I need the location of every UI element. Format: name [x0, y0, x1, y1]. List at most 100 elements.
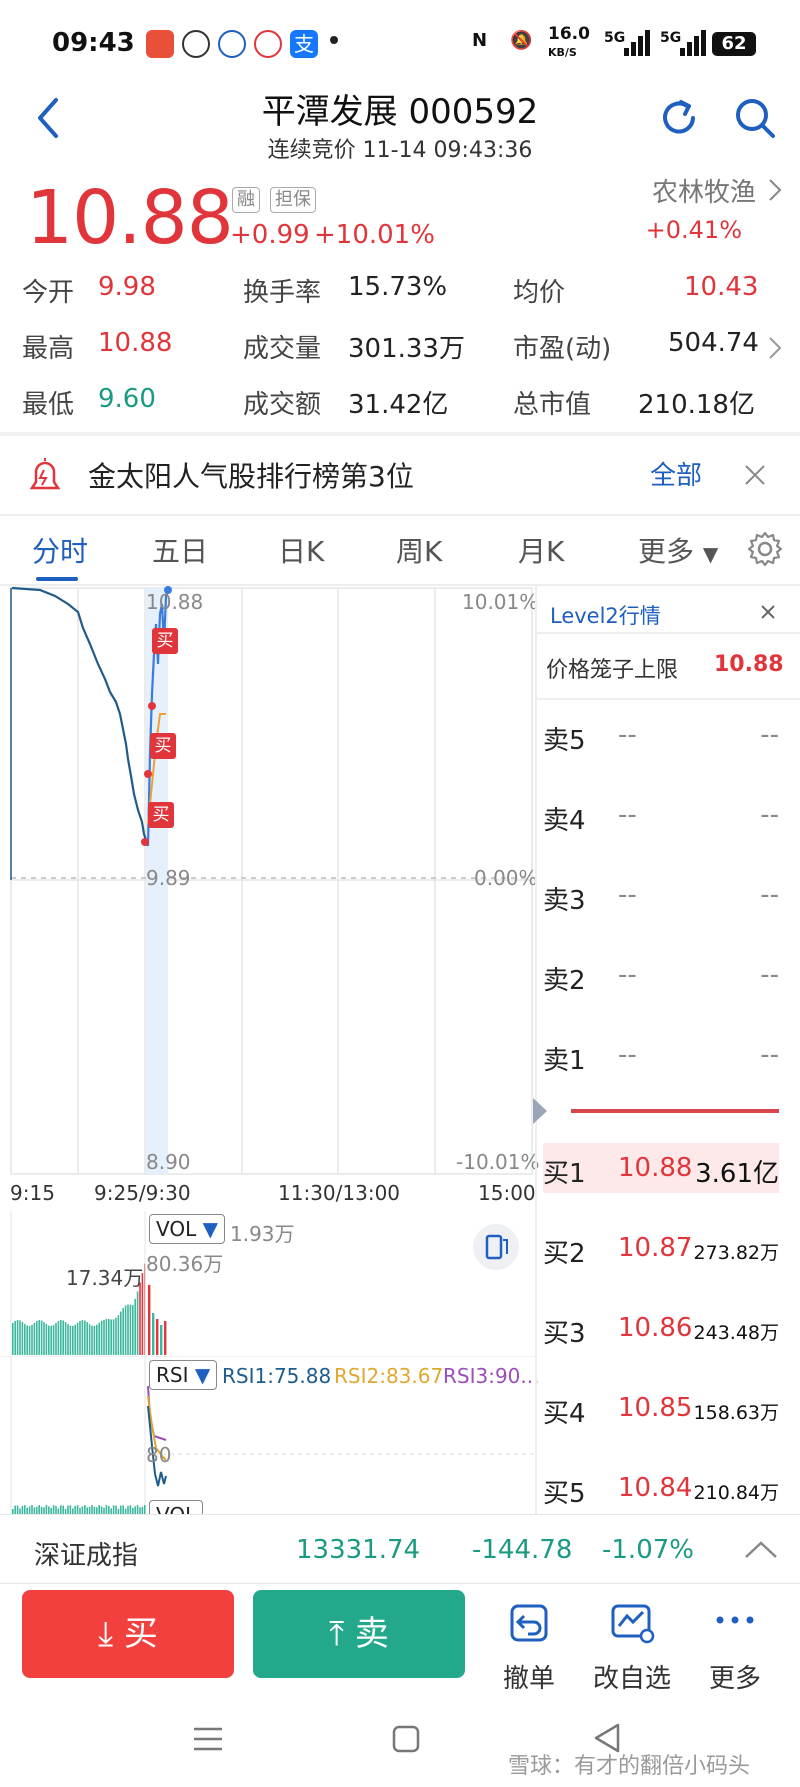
- cancel-order-label: 撤单: [502, 1664, 555, 1694]
- tab-5day[interactable]: 五日: [152, 530, 208, 570]
- volume-bar: [98, 1505, 100, 1514]
- buy-marker[interactable]: 买: [150, 733, 176, 759]
- ask-volume: --: [760, 1040, 779, 1070]
- volume-bar: [16, 1505, 19, 1514]
- volume-bar: [14, 1505, 16, 1514]
- volume-bar: [69, 1325, 72, 1355]
- tab-weekly-k[interactable]: 周K: [396, 530, 442, 570]
- trade-point: [144, 770, 152, 778]
- cancel-order-button[interactable]: 撤单: [484, 1600, 574, 1695]
- volume-bar: [129, 1304, 132, 1355]
- ask-price: --: [618, 1040, 637, 1070]
- settings-gear-icon[interactable]: [746, 530, 784, 568]
- close-icon[interactable]: [744, 464, 766, 486]
- ask-label: 卖5: [543, 726, 586, 756]
- volume-bar: [96, 1507, 98, 1514]
- sell-label: 卖: [354, 1614, 389, 1654]
- ask-row[interactable]: 卖3 -- --: [543, 880, 779, 940]
- buy-label: 买: [123, 1614, 158, 1654]
- volume-bar: [57, 1320, 60, 1355]
- volume-bar: [139, 1507, 141, 1514]
- ask-row[interactable]: 卖5 -- --: [543, 720, 779, 780]
- rsi-indicator-select[interactable]: RSI ▼: [149, 1360, 218, 1390]
- tab-more[interactable]: 更多 ▼: [638, 530, 718, 570]
- tab-intraday[interactable]: 分时: [32, 530, 88, 570]
- rotate-screen-button[interactable]: [473, 1224, 519, 1270]
- volume-bar: [120, 1505, 122, 1514]
- spread-marker-icon: [533, 1098, 547, 1124]
- more-actions-button[interactable]: 更多: [690, 1600, 780, 1695]
- bid-price: 10.85: [618, 1393, 693, 1423]
- more-actions-label: 更多: [708, 1664, 761, 1694]
- volume-bar: [21, 1505, 24, 1514]
- banner-text: 金太阳人气股排行榜第3位: [88, 460, 414, 493]
- sell-button[interactable]: ⤒ 卖: [253, 1590, 465, 1678]
- search-icon[interactable]: [733, 96, 777, 140]
- bid-row[interactable]: 买4 10.85 158.63万: [543, 1393, 779, 1453]
- volume-bar: [69, 1505, 72, 1514]
- status-time: 09:43: [52, 28, 135, 58]
- ask-row[interactable]: 卖4 -- --: [543, 800, 779, 860]
- vol2-indicator-select[interactable]: VOL: [149, 1500, 204, 1514]
- hot-rank-banner[interactable]: 金太阳人气股排行榜第3位 全部: [0, 436, 800, 514]
- ask-label: 卖1: [543, 1046, 586, 1076]
- ask-price: --: [618, 800, 637, 830]
- volume-label: 成交量: [243, 334, 322, 364]
- volume-bar: [36, 1321, 38, 1355]
- bid-row[interactable]: 买1 10.88 3.61亿: [543, 1153, 779, 1213]
- bid-label: 买4: [543, 1399, 586, 1429]
- buy-marker[interactable]: 买: [152, 628, 178, 654]
- signal-2-label: 5G: [660, 30, 682, 46]
- volume-bar: [100, 1506, 103, 1514]
- index-ticker-bar[interactable]: 深证成指 13331.74 -144.78 -1.07%: [0, 1514, 800, 1584]
- ask-price: --: [618, 720, 637, 750]
- dropdown-icon: ▼: [702, 542, 719, 566]
- ask-row[interactable]: 卖2 -- --: [543, 960, 779, 1020]
- volume-bar: [81, 1506, 84, 1514]
- menu-nav-icon[interactable]: [190, 1724, 226, 1754]
- bid-row[interactable]: 买2 10.87 273.82万: [543, 1233, 779, 1293]
- rsi-level-label: 80: [146, 1443, 172, 1467]
- signal-1-label: 5G: [604, 30, 626, 46]
- banner-all-link[interactable]: 全部: [650, 455, 702, 492]
- sector-link[interactable]: 农林牧渔 +0.41%: [630, 170, 790, 250]
- volume-bar: [74, 1324, 76, 1355]
- vol-indicator-select[interactable]: VOL ▼: [149, 1214, 225, 1244]
- refresh-icon[interactable]: [657, 96, 701, 140]
- rotate-icon: [485, 1234, 508, 1260]
- ask-row[interactable]: 卖1 -- --: [543, 1040, 779, 1100]
- bid-row[interactable]: 买3 10.86 243.48万: [543, 1313, 779, 1373]
- volume-bar: [156, 1319, 159, 1355]
- ask-volume: --: [760, 960, 779, 990]
- app-icon: [218, 30, 246, 58]
- volume-bar: [96, 1324, 98, 1355]
- edit-watchlist-button[interactable]: 改自选: [587, 1600, 677, 1695]
- bid-volume: 273.82万: [693, 1242, 779, 1264]
- index-change-pct: -1.07%: [602, 1535, 694, 1565]
- vol-peak-label: 17.34万: [66, 1266, 144, 1290]
- volume-bar: [81, 1320, 84, 1355]
- volume-bar: [148, 1285, 151, 1355]
- ask-volume: --: [760, 720, 779, 750]
- battery-icon: 62: [712, 32, 756, 56]
- dropdown-icon: ▼: [202, 1217, 218, 1241]
- chevron-right-icon: [769, 337, 782, 359]
- more-dots-icon: [716, 1616, 754, 1624]
- sector-change: +0.41%: [645, 216, 742, 244]
- buy-button[interactable]: ⤓ 买: [22, 1590, 234, 1678]
- volume-bar: [16, 1320, 19, 1355]
- volume-bar: [55, 1322, 57, 1355]
- level2-close-icon[interactable]: [760, 604, 776, 620]
- pct-top-label: 10.01%: [462, 590, 539, 614]
- volume-bar: [28, 1506, 31, 1514]
- bid-row[interactable]: 买5 10.84 210.84万: [543, 1473, 779, 1513]
- tab-daily-k[interactable]: 日K: [278, 530, 324, 570]
- ask-volume: --: [760, 880, 779, 910]
- buy-marker[interactable]: 买: [148, 802, 174, 828]
- mktcap-value: 210.18亿: [638, 390, 755, 420]
- rsi-label: RSI: [156, 1363, 189, 1387]
- home-nav-icon[interactable]: [391, 1724, 421, 1754]
- volume-bar: [64, 1322, 67, 1355]
- volume-bar: [86, 1322, 88, 1355]
- tab-monthly-k[interactable]: 月K: [518, 530, 564, 570]
